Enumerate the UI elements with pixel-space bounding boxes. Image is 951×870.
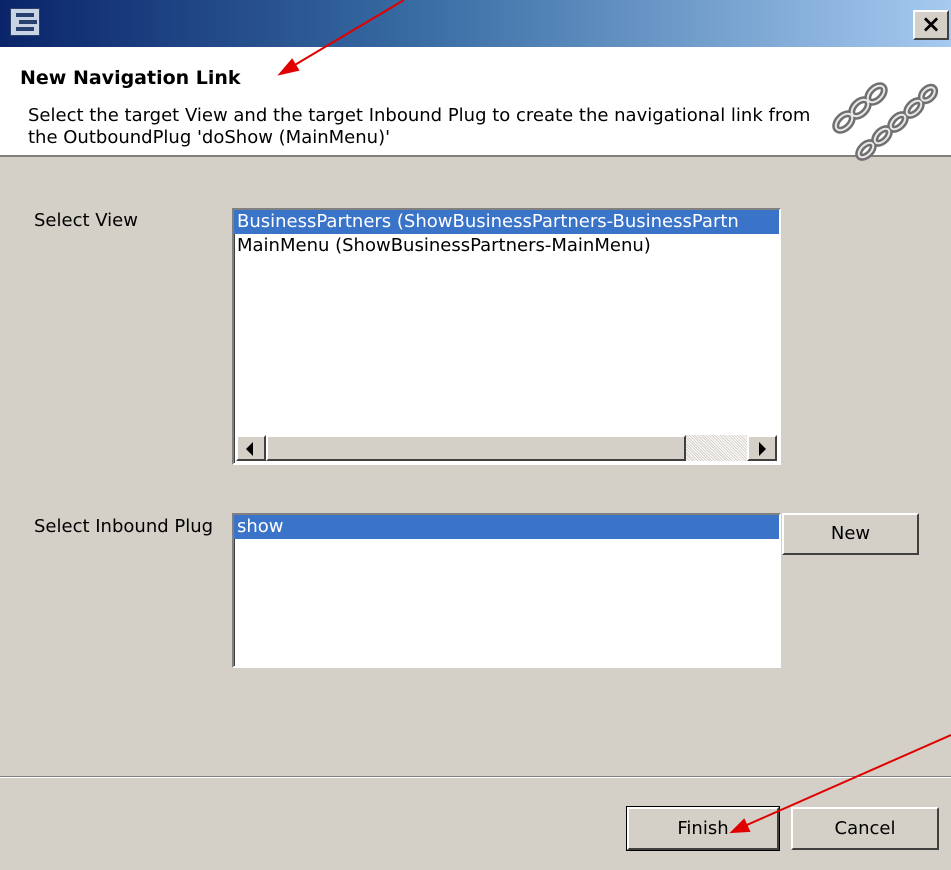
scroll-left-button[interactable] (236, 435, 266, 461)
inbound-plug-listbox[interactable]: show (232, 513, 781, 668)
cancel-button[interactable]: Cancel (791, 807, 939, 850)
new-button[interactable]: New (782, 513, 919, 555)
select-inbound-plug-label: Select Inbound Plug (34, 516, 214, 537)
chain-link-icon (832, 82, 939, 161)
plug-list-item[interactable]: show (234, 515, 779, 539)
scroll-right-button[interactable] (747, 435, 777, 461)
scroll-track[interactable] (686, 435, 747, 461)
footer-separator (0, 776, 951, 778)
view-list-item[interactable]: BusinessPartners (ShowBusinessPartners-B… (234, 210, 779, 234)
view-list-item[interactable]: MainMenu (ShowBusinessPartners-MainMenu) (234, 234, 779, 258)
horizontal-scrollbar[interactable] (236, 435, 777, 461)
page-title: New Navigation Link (20, 67, 241, 89)
page-description: Select the target View and the target In… (28, 105, 811, 148)
arrow-right-icon (759, 442, 766, 456)
close-button[interactable]: × (913, 10, 949, 40)
select-view-label: Select View (34, 210, 138, 231)
title-bar[interactable]: × (0, 0, 951, 47)
wizard-header: New Navigation Link Select the target Vi… (0, 47, 951, 157)
scroll-thumb[interactable] (266, 435, 686, 461)
arrow-left-icon (246, 442, 253, 456)
finish-button[interactable]: Finish (626, 806, 780, 851)
application-icon (10, 8, 40, 36)
view-listbox[interactable]: BusinessPartners (ShowBusinessPartners-B… (232, 208, 781, 465)
